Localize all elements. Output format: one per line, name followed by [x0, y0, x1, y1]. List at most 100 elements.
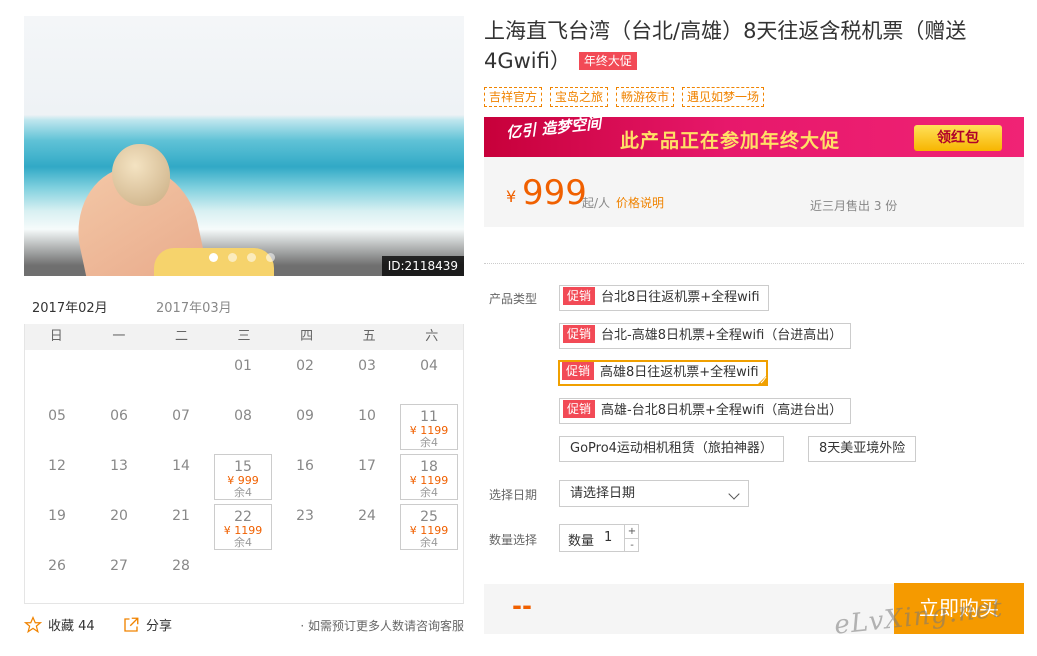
- calendar-day: 17: [338, 454, 396, 500]
- day-number: 23: [296, 508, 314, 524]
- divider: [484, 263, 1024, 264]
- promo-badge: 促销: [563, 287, 596, 305]
- calendar-day-available[interactable]: 18 ¥ 1199 余4: [400, 454, 458, 500]
- calendar-day: 02: [276, 354, 334, 400]
- day-number: 03: [358, 358, 376, 374]
- calendar-day: 20: [90, 504, 148, 550]
- favorite-button[interactable]: 收藏 44: [24, 615, 95, 634]
- day-number: 27: [110, 558, 128, 574]
- day-stock: 余4: [234, 486, 252, 499]
- weekday-label: 四: [300, 329, 314, 344]
- day-number: 09: [296, 408, 314, 424]
- booking-note: · 如需预订更多人数请咨询客服: [300, 619, 464, 633]
- weekday-label: 一: [112, 329, 126, 344]
- sold-count: 近三月售出 3 份: [810, 199, 898, 213]
- price-box: ¥ 999 起/人 价格说明 近三月售出 3 份: [484, 157, 1024, 227]
- day-number: 22: [234, 509, 252, 525]
- increment-button[interactable]: +: [624, 525, 639, 538]
- tag-item: 宝岛之旅: [550, 87, 609, 107]
- qty-value[interactable]: 1: [604, 530, 612, 545]
- day-number: 19: [48, 508, 66, 524]
- promo-banner[interactable]: 亿引 造梦空间 此产品正在参加年终大促 领红包: [484, 117, 1024, 157]
- calendar-day: 16: [276, 454, 334, 500]
- price-note-link[interactable]: 价格说明: [616, 194, 664, 211]
- tag-item: 畅游夜市: [616, 87, 675, 107]
- day-stock: 余4: [234, 536, 252, 549]
- carousel-dot[interactable]: [228, 253, 237, 262]
- product-tags: 吉祥官方 宝岛之旅 畅游夜市 遇见如梦一场: [484, 87, 765, 107]
- calendar-day: 28: [152, 554, 210, 600]
- day-number: 08: [234, 408, 252, 424]
- calendar-day: 24: [338, 504, 396, 550]
- day-stock: 余4: [420, 536, 438, 549]
- product-image[interactable]: ID:2118439: [24, 16, 464, 276]
- option-label: 高雄-台北8日机票+全程wifi（高进台出）: [601, 403, 843, 418]
- day-number: 05: [48, 408, 66, 424]
- date-label: 选择日期: [489, 488, 538, 502]
- promo-tag: 年终大促: [578, 52, 637, 70]
- calendar-day: 21: [152, 504, 210, 550]
- qty-label: 数量选择: [489, 533, 538, 547]
- weekday-label: 五: [362, 329, 376, 344]
- carousel-dot[interactable]: [266, 253, 275, 262]
- option-taipei-roundtrip[interactable]: 促销 台北8日往返机票+全程wifi: [559, 285, 769, 311]
- calendar-day-available[interactable]: 15 ¥ 999 余4: [214, 454, 272, 500]
- promo-badge: 促销: [562, 362, 595, 380]
- day-number: 12: [48, 458, 66, 474]
- tag-item: 吉祥官方: [484, 87, 543, 107]
- calendar-grid: 01 02 03 04 05 06 07 08 09 10 11 ¥ 1199 余4 12 13 14 15 ¥ …: [25, 350, 463, 604]
- option-taipei-kaohsiung[interactable]: 促销 台北-高雄8日机票+全程wifi（台进高出）: [559, 323, 852, 349]
- tag-item: 遇见如梦一场: [682, 87, 765, 107]
- day-number: 18: [420, 459, 438, 475]
- share-button[interactable]: 分享: [122, 615, 172, 634]
- calendar-day: 12: [28, 454, 86, 500]
- day-number: 01: [234, 358, 252, 374]
- weekday-label: 六: [425, 329, 439, 344]
- price-calendar: 日 一 二 三 四 五 六 01 02 03 04 05 06 07 08 09 10 11 ¥ 11…: [24, 324, 464, 604]
- day-number: 20: [110, 508, 128, 524]
- share-icon: [124, 617, 139, 632]
- share-label: 分享: [146, 619, 173, 634]
- option-kaohsiung-roundtrip[interactable]: 促销 高雄8日往返机票+全程wifi: [558, 360, 768, 386]
- calendar-day: 27: [90, 554, 148, 600]
- day-number: 04: [420, 358, 438, 374]
- option-gopro-rental[interactable]: GoPro4运动相机租赁（旅拍神器）: [559, 436, 784, 462]
- carousel-dot[interactable]: [209, 253, 218, 262]
- carousel-dot[interactable]: [247, 253, 256, 262]
- weekday-label: 三: [237, 329, 251, 344]
- calendar-day: 08: [214, 404, 272, 450]
- calendar-day: 14: [152, 454, 210, 500]
- selected-corner-icon: [756, 375, 767, 385]
- heart-stone-illustration: [112, 144, 170, 206]
- calendar-day-available[interactable]: 22 ¥ 1199 余4: [214, 504, 272, 550]
- price-amount: 999: [522, 173, 587, 213]
- weekday-label: 日: [49, 329, 63, 344]
- calendar-day: 10: [338, 404, 396, 450]
- calendar-day: 26: [28, 554, 86, 600]
- day-number: 16: [296, 458, 314, 474]
- calendar-day-available[interactable]: 25 ¥ 1199 余4: [400, 504, 458, 550]
- option-kaohsiung-taipei[interactable]: 促销 高雄-台北8日机票+全程wifi（高进台出）: [559, 398, 852, 424]
- calendar-day: 05: [28, 404, 86, 450]
- tab-month-mar[interactable]: 2017年03月: [156, 297, 232, 324]
- tab-month-feb[interactable]: 2017年02月: [32, 297, 108, 327]
- banner-logo: 亿引 造梦空间: [505, 117, 602, 142]
- star-icon: [24, 615, 42, 633]
- weekday-header: 日 一 二 三 四 五 六: [25, 324, 463, 350]
- day-number: 11: [420, 409, 438, 425]
- date-select[interactable]: 请选择日期: [559, 480, 749, 507]
- decrement-button[interactable]: -: [624, 538, 639, 552]
- product-title: 上海直飞台湾（台北/高雄）8天往返含税机票（赠送4Gwifi）: [484, 19, 967, 73]
- day-number: 26: [48, 558, 66, 574]
- red-packet-button[interactable]: 领红包: [914, 125, 1002, 151]
- option-insurance[interactable]: 8天美亚境外险: [808, 436, 917, 462]
- day-number: 13: [110, 458, 128, 474]
- carousel-dots[interactable]: [209, 253, 275, 262]
- calendar-day-available[interactable]: 11 ¥ 1199 余4: [400, 404, 458, 450]
- favorite-label: 收藏 44: [48, 619, 95, 634]
- day-number: 07: [172, 408, 190, 424]
- calendar-day: 07: [152, 404, 210, 450]
- option-label: 8天美亚境外险: [819, 441, 906, 456]
- calendar-day: 23: [276, 504, 334, 550]
- calendar-day: 01: [214, 354, 272, 400]
